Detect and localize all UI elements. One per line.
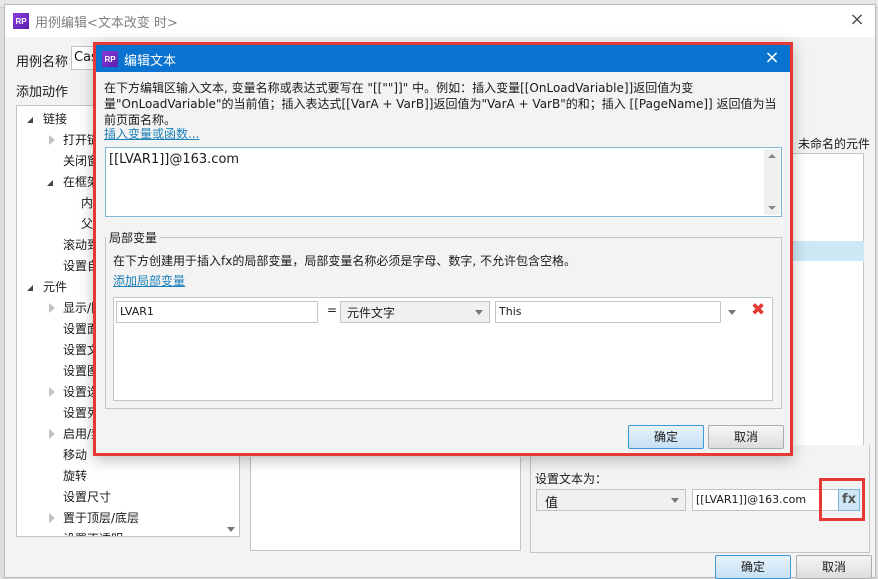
- action-tree-item-label: 链接: [43, 112, 68, 126]
- set-text-label: 设置文本为：: [535, 472, 608, 486]
- scroll-up-icon[interactable]: [768, 154, 776, 158]
- text-area-scrollbar[interactable]: [764, 149, 780, 215]
- collapsed-arrow-icon[interactable]: [49, 135, 55, 145]
- local-variables-description: 在下方创建用于插入fx的局部变量，局部变量名称必须是字母、数字, 不允许包含空格…: [113, 254, 576, 268]
- value-type-selected: 值: [545, 496, 559, 511]
- edit-text-title: 编辑文本: [124, 54, 177, 69]
- action-tree-item-label: 设置尺寸: [63, 490, 112, 504]
- edit-text-title-bar: RP 编辑文本 ×: [96, 45, 790, 72]
- action-tree-item[interactable]: 设置尺寸: [17, 487, 237, 507]
- insert-variable-link[interactable]: 插入变量或函数...: [104, 125, 199, 142]
- add-action-label: 添加动作: [16, 85, 69, 100]
- unnamed-widgets-label: 未命名的元件: [798, 137, 871, 151]
- case-name-label: 用例名称: [16, 55, 69, 70]
- axure-rp-logo-icon: RP: [13, 13, 29, 29]
- action-tree-item-label: 设置不透明: [63, 529, 123, 536]
- action-tree-item-label: 元件: [43, 280, 68, 294]
- widget-list-selected-row[interactable]: [792, 241, 864, 261]
- text-edit-content: [[LVAR1]]@163.com: [109, 152, 240, 167]
- close-icon[interactable]: ×: [762, 47, 782, 69]
- case-editor-title-bar: RP 用例编辑<文本改变 时> ×: [5, 5, 875, 37]
- close-icon[interactable]: ×: [847, 10, 867, 30]
- action-tree-item[interactable]: 置于顶层/底层: [17, 508, 237, 528]
- value-type-select[interactable]: 值: [536, 489, 686, 511]
- configured-actions-panel[interactable]: [250, 457, 521, 551]
- case-editor-title: 用例编辑<文本改变 时>: [35, 16, 178, 31]
- action-tree-item-label: 父: [81, 217, 94, 231]
- local-variable-target-input[interactable]: This: [495, 301, 721, 323]
- collapsed-arrow-icon[interactable]: [49, 303, 55, 313]
- local-variable-type-select[interactable]: 元件文字: [340, 301, 490, 323]
- local-variable-name-input[interactable]: LVAR1: [116, 301, 318, 323]
- edit-text-description: 在下方编辑区输入文本, 变量名称或表达式要写在 "[[""]]" 中。例如：插入…: [104, 81, 777, 127]
- edit-text-dialog: RP 编辑文本 × 在下方编辑区输入文本, 变量名称或表达式要写在 "[[""]…: [93, 42, 793, 456]
- collapsed-arrow-icon[interactable]: [49, 387, 55, 397]
- axure-rp-logo-icon: RP: [102, 51, 118, 67]
- expanded-arrow-icon[interactable]: [27, 285, 33, 291]
- text-edit-area[interactable]: [[LVAR1]]@163.com: [105, 147, 782, 217]
- case-ok-button[interactable]: 确定: [715, 555, 791, 579]
- scroll-down-icon[interactable]: [768, 206, 776, 210]
- chevron-down-icon: [671, 498, 679, 503]
- widget-list[interactable]: [792, 153, 864, 465]
- collapsed-arrow-icon[interactable]: [49, 513, 55, 523]
- chevron-down-icon: [475, 310, 483, 315]
- case-cancel-button[interactable]: 取消: [796, 555, 872, 579]
- action-tree-item-label: 移动: [63, 448, 88, 462]
- local-variables-legend: 局部变量: [106, 229, 161, 246]
- collapsed-arrow-icon[interactable]: [49, 429, 55, 439]
- text-value-input[interactable]: [[LVAR1]]@163.com: [692, 489, 840, 511]
- edit-text-cancel-button[interactable]: 取消: [708, 425, 784, 449]
- local-variable-type-selected: 元件文字: [347, 306, 396, 320]
- add-local-variable-link[interactable]: 添加局部变量: [113, 272, 185, 289]
- delete-local-variable-icon[interactable]: ✖: [751, 300, 765, 320]
- action-tree-item-label: 置于顶层/底层: [63, 511, 140, 525]
- chevron-down-icon[interactable]: [728, 310, 736, 315]
- expanded-arrow-icon[interactable]: [27, 117, 33, 123]
- expanded-arrow-icon[interactable]: [47, 180, 53, 186]
- edit-text-ok-button[interactable]: 确定: [628, 425, 704, 449]
- action-tree-item-label: 内: [81, 196, 94, 210]
- action-tree-item-label: 旋转: [63, 469, 88, 483]
- fx-function-button[interactable]: fx: [838, 489, 860, 511]
- action-tree-item[interactable]: 旋转: [17, 466, 237, 486]
- equals-sign: =: [327, 303, 338, 317]
- action-tree-item[interactable]: 设置不透明: [17, 529, 237, 536]
